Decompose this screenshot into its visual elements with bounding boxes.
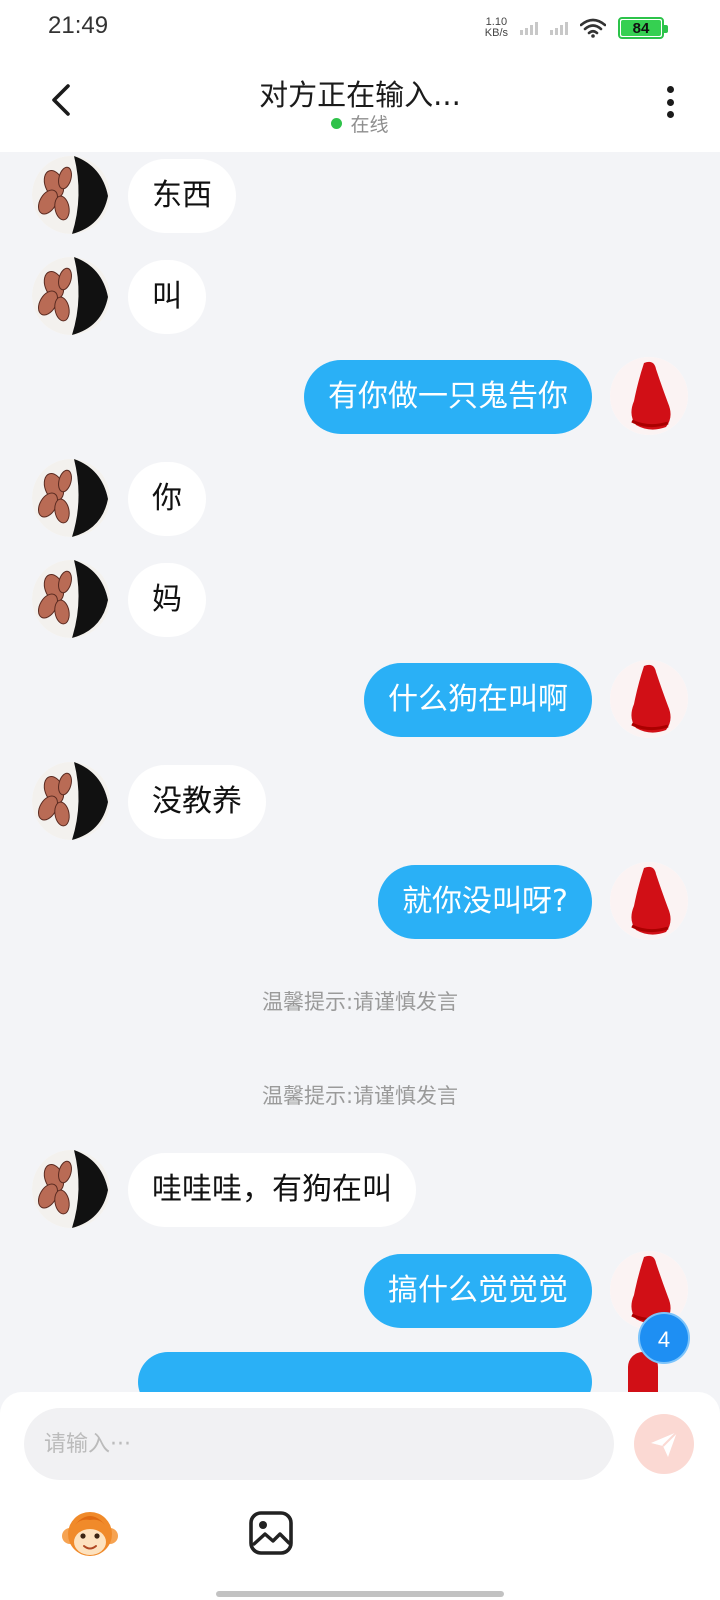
contact-avatar[interactable] xyxy=(32,257,110,335)
online-status-label: 在线 xyxy=(350,114,389,136)
chat-title: 对方正在输入... xyxy=(259,78,461,112)
status-time: 21:49 xyxy=(48,12,109,39)
wifi-icon xyxy=(580,18,606,38)
message-row: 有你做一只鬼告你 xyxy=(0,355,720,435)
message-bubble[interactable]: 东西 xyxy=(128,159,236,233)
system-tip: 温馨提示:请谨慎发言 xyxy=(261,990,459,1014)
chat-header: 对方正在输入... 在线 xyxy=(0,56,720,152)
message-bubble[interactable]: 叫 xyxy=(128,260,206,334)
status-icons: 1.10 KB/s 84 xyxy=(485,14,668,42)
contact-avatar[interactable] xyxy=(32,156,110,234)
message-row: 哇哇哇，有狗在叫 xyxy=(0,1148,720,1228)
message-row: 你 xyxy=(0,457,720,537)
battery-level: 84 xyxy=(621,20,661,37)
message-row: 叫 xyxy=(0,255,720,335)
user-avatar[interactable] xyxy=(610,660,688,738)
message-row: 东西 xyxy=(0,154,720,234)
send-icon xyxy=(651,1431,678,1457)
network-speed: 1.10 KB/s xyxy=(485,17,508,39)
message-row: 妈 xyxy=(0,558,720,638)
user-avatar[interactable] xyxy=(610,357,688,435)
contact-avatar[interactable] xyxy=(32,459,110,537)
message-bubble-partial[interactable] xyxy=(138,1352,592,1392)
more-vertical-icon[interactable] xyxy=(656,82,684,122)
message-bubble[interactable]: 有你做一只鬼告你 xyxy=(304,360,592,434)
monkey-emoji-icon[interactable] xyxy=(60,1504,120,1564)
net-speed-unit: KB/s xyxy=(484,27,508,39)
online-status: 在线 xyxy=(0,110,720,137)
battery-icon: 84 xyxy=(618,17,668,39)
user-avatar[interactable] xyxy=(610,862,688,940)
message-bubble[interactable]: 哇哇哇，有狗在叫 xyxy=(128,1153,416,1227)
image-icon[interactable] xyxy=(248,1510,294,1556)
message-bubble[interactable]: 就你没叫呀? xyxy=(378,865,592,939)
message-bubble[interactable]: 搞什么觉觉觉 xyxy=(364,1254,592,1328)
signal-icon-2 xyxy=(550,21,568,35)
system-tip: 温馨提示:请谨慎发言 xyxy=(261,1084,459,1108)
contact-avatar[interactable] xyxy=(32,560,110,638)
message-row: 没教养 xyxy=(0,760,720,840)
contact-avatar[interactable] xyxy=(32,1150,110,1228)
message-bubble[interactable]: 没教养 xyxy=(128,765,266,839)
message-row: 什么狗在叫啊 xyxy=(0,658,720,738)
message-row: 就你没叫呀? xyxy=(0,860,720,940)
send-button[interactable] xyxy=(634,1414,694,1474)
signal-icon xyxy=(520,21,538,35)
online-dot-icon xyxy=(331,118,343,129)
unread-count-badge[interactable]: 4 xyxy=(638,1312,690,1364)
message-list[interactable]: 东西 叫 有你做一只鬼告你 你 妈 什么狗在叫啊 没教养 就你没叫呀? 温馨提示… xyxy=(0,152,720,1392)
contact-avatar[interactable] xyxy=(32,762,110,840)
home-indicator[interactable] xyxy=(216,1591,504,1597)
message-input[interactable] xyxy=(24,1408,614,1480)
status-bar: 21:49 1.10 KB/s 84 xyxy=(0,0,720,56)
input-panel xyxy=(0,1392,720,1600)
message-bubble[interactable]: 妈 xyxy=(128,563,206,637)
message-bubble[interactable]: 你 xyxy=(128,462,206,536)
message-row: 搞什么觉觉觉 xyxy=(0,1249,720,1329)
message-bubble[interactable]: 什么狗在叫啊 xyxy=(364,663,592,737)
